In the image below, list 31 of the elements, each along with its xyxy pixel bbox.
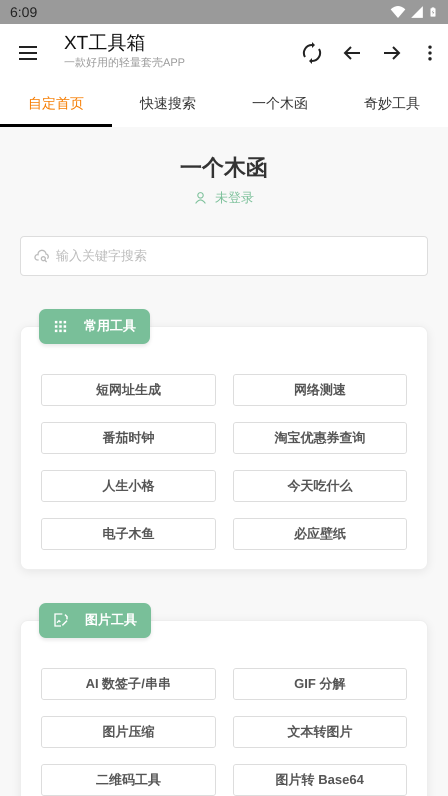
image-edit-icon: [53, 612, 69, 628]
app-title: XT工具箱: [64, 34, 146, 56]
tool-button[interactable]: 电子木鱼: [41, 518, 216, 550]
tool-button[interactable]: 淘宝优惠券查询: [232, 422, 407, 454]
tool-button[interactable]: AI 数签子/串串: [41, 668, 216, 700]
app-subtitle: 一款好用的轻量套壳APP: [64, 56, 186, 72]
grid-icon: [53, 318, 68, 334]
tool-button[interactable]: 今天吃什么: [232, 470, 407, 502]
wifi-icon: [390, 4, 406, 20]
tool-button[interactable]: 番茄时钟: [41, 422, 216, 454]
page-title: 一个木函: [180, 154, 268, 182]
section-title: 常用工具: [84, 317, 136, 336]
status-time: 6:09: [10, 2, 38, 22]
tool-button[interactable]: 图片转 Base64: [232, 764, 407, 796]
tool-button[interactable]: 二维码工具: [41, 764, 216, 796]
tool-button[interactable]: 人生小格: [41, 470, 216, 502]
tab[interactable]: 快速搜索: [112, 82, 224, 127]
tool-button[interactable]: 文本转图片: [232, 716, 407, 748]
signal-icon: [410, 5, 424, 19]
tab[interactable]: 一个木函: [224, 82, 336, 127]
tool-button[interactable]: GIF 分解: [232, 668, 407, 700]
tab[interactable]: 奇妙工具: [336, 82, 448, 127]
search-field[interactable]: 输入关键字搜索: [20, 236, 428, 276]
cloud-search-icon: [34, 248, 50, 264]
refresh-icon[interactable]: [300, 41, 324, 65]
tool-button[interactable]: 图片压缩: [41, 716, 216, 748]
tool-button[interactable]: 网络测速: [232, 374, 407, 406]
user-icon: [194, 191, 207, 204]
section-title: 图片工具: [85, 611, 137, 630]
tool-button[interactable]: 必应壁纸: [232, 518, 407, 550]
tool-button[interactable]: 短网址生成: [41, 374, 216, 406]
